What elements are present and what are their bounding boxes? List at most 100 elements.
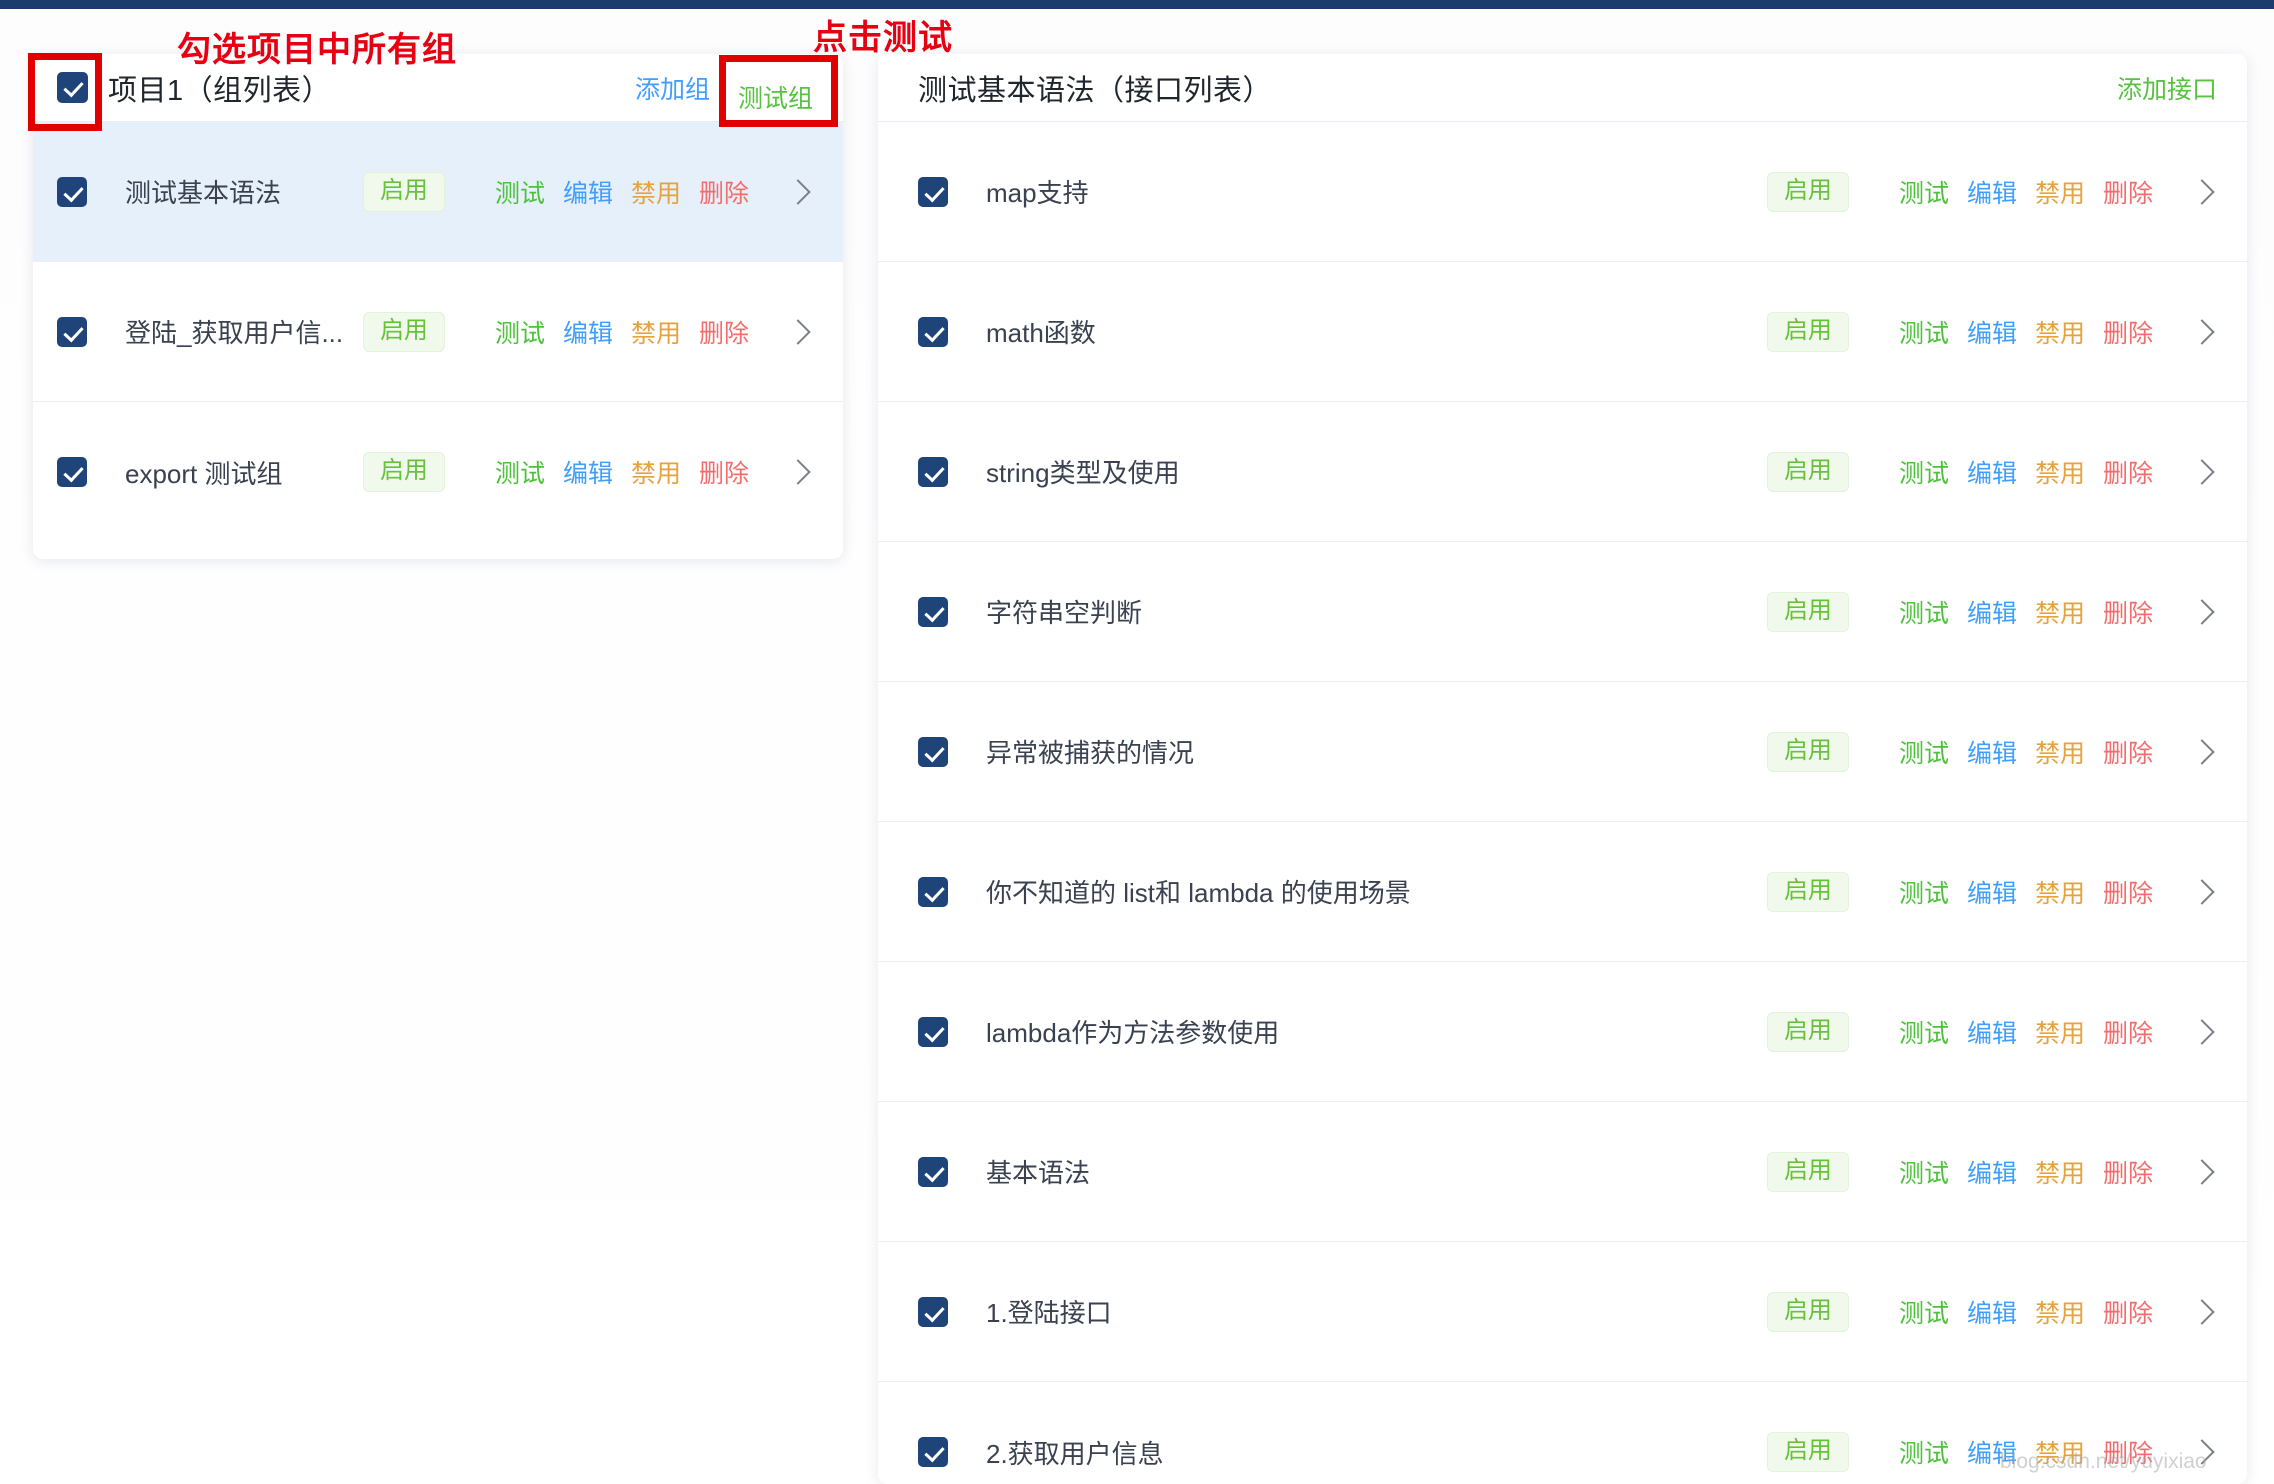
- row-checkbox[interactable]: [57, 457, 87, 487]
- status-badge: 启用: [1766, 1151, 1849, 1192]
- row-checkbox[interactable]: [918, 1437, 948, 1467]
- table-row[interactable]: 1.登陆接口 启用 测试 编辑 禁用 删除: [878, 1242, 2247, 1382]
- row-checkbox[interactable]: [918, 176, 948, 207]
- disable-action[interactable]: 禁用: [631, 314, 681, 350]
- delete-action[interactable]: 删除: [2103, 594, 2153, 630]
- disable-action[interactable]: 禁用: [2035, 454, 2085, 490]
- disable-action[interactable]: 禁用: [2035, 1294, 2085, 1330]
- row-checkbox[interactable]: [918, 736, 948, 767]
- chevron-right-icon[interactable]: [2189, 1439, 2215, 1465]
- test-action[interactable]: 测试: [1899, 314, 1949, 350]
- edit-action[interactable]: 编辑: [1967, 874, 2017, 910]
- disable-action[interactable]: 禁用: [2035, 314, 2085, 350]
- table-row[interactable]: 登陆_获取用户信... 启用 测试 编辑 禁用 删除: [33, 262, 843, 402]
- disable-action[interactable]: 禁用: [2035, 1434, 2085, 1470]
- table-row[interactable]: 异常被捕获的情况 启用 测试 编辑 禁用 删除: [878, 682, 2247, 822]
- disable-action[interactable]: 禁用: [2035, 734, 2085, 770]
- edit-action[interactable]: 编辑: [563, 314, 613, 350]
- row-checkbox[interactable]: [918, 456, 948, 487]
- edit-action[interactable]: 编辑: [1967, 1434, 2017, 1470]
- test-action[interactable]: 测试: [1899, 1294, 1949, 1330]
- row-checkbox[interactable]: [918, 316, 948, 347]
- disable-action[interactable]: 禁用: [2035, 874, 2085, 910]
- chevron-right-icon[interactable]: [785, 178, 811, 205]
- chevron-right-icon[interactable]: [785, 318, 811, 345]
- chevron-right-icon[interactable]: [2189, 178, 2215, 205]
- row-checkbox[interactable]: [918, 1016, 948, 1047]
- disable-action[interactable]: 禁用: [2035, 1154, 2085, 1190]
- test-action[interactable]: 测试: [1899, 174, 1949, 210]
- delete-action[interactable]: 删除: [2103, 454, 2153, 490]
- edit-action[interactable]: 编辑: [1967, 734, 2017, 770]
- test-action[interactable]: 测试: [1899, 734, 1949, 770]
- row-checkbox[interactable]: [918, 876, 948, 907]
- test-action[interactable]: 测试: [1899, 1154, 1949, 1190]
- disable-action[interactable]: 禁用: [631, 454, 681, 490]
- test-action[interactable]: 测试: [1899, 1434, 1949, 1470]
- test-action[interactable]: 测试: [495, 454, 545, 490]
- disable-action[interactable]: 禁用: [2035, 1014, 2085, 1050]
- delete-action[interactable]: 删除: [2103, 1294, 2153, 1330]
- test-action[interactable]: 测试: [1899, 874, 1949, 910]
- table-row[interactable]: 测试基本语法 启用 测试 编辑 禁用 删除: [33, 122, 843, 262]
- delete-action[interactable]: 删除: [2103, 314, 2153, 350]
- table-row[interactable]: 字符串空判断 启用 测试 编辑 禁用 删除: [878, 542, 2247, 682]
- delete-action[interactable]: 删除: [2103, 1434, 2153, 1470]
- table-row[interactable]: 基本语法 启用 测试 编辑 禁用 删除: [878, 1102, 2247, 1242]
- chevron-right-icon[interactable]: [2189, 598, 2215, 625]
- row-checkbox[interactable]: [918, 596, 948, 627]
- chevron-right-icon[interactable]: [2189, 1298, 2215, 1325]
- disable-action[interactable]: 禁用: [2035, 594, 2085, 630]
- row-checkbox[interactable]: [918, 1296, 948, 1327]
- add-group-link[interactable]: 添加组: [635, 70, 710, 106]
- row-checkbox[interactable]: [57, 316, 87, 347]
- table-row[interactable]: lambda作为方法参数使用 启用 测试 编辑 禁用 删除: [878, 962, 2247, 1102]
- disable-action[interactable]: 禁用: [631, 174, 681, 210]
- chevron-right-icon[interactable]: [2189, 458, 2215, 485]
- test-action[interactable]: 测试: [1899, 1014, 1949, 1050]
- delete-action[interactable]: 删除: [2103, 1014, 2153, 1050]
- row-checkbox[interactable]: [918, 1156, 948, 1187]
- chevron-right-icon[interactable]: [2189, 1158, 2215, 1185]
- edit-action[interactable]: 编辑: [1967, 1014, 2017, 1050]
- chevron-right-icon[interactable]: [2189, 878, 2215, 905]
- edit-action[interactable]: 编辑: [1967, 454, 2017, 490]
- row-checkbox[interactable]: [57, 176, 87, 207]
- delete-action[interactable]: 删除: [2103, 174, 2153, 210]
- chevron-right-icon[interactable]: [2189, 1018, 2215, 1045]
- edit-action[interactable]: 编辑: [563, 454, 613, 490]
- table-row[interactable]: map支持 启用 测试 编辑 禁用 删除: [878, 122, 2247, 262]
- add-interface-link[interactable]: 添加接口: [2117, 70, 2217, 106]
- row-actions: 测试 编辑 禁用 删除: [1899, 1434, 2215, 1470]
- table-row[interactable]: math函数 启用 测试 编辑 禁用 删除: [878, 262, 2247, 402]
- edit-action[interactable]: 编辑: [1967, 174, 2017, 210]
- edit-action[interactable]: 编辑: [563, 174, 613, 210]
- test-action[interactable]: 测试: [495, 314, 545, 350]
- group-name: 登陆_获取用户信...: [125, 318, 344, 348]
- delete-action[interactable]: 删除: [699, 454, 749, 490]
- test-action[interactable]: 测试: [1899, 454, 1949, 490]
- disable-action[interactable]: 禁用: [2035, 174, 2085, 210]
- interface-name: 1.登陆接口: [986, 1298, 1112, 1328]
- test-action[interactable]: 测试: [1899, 594, 1949, 630]
- status-badge: 启用: [1766, 1291, 1849, 1332]
- delete-action[interactable]: 删除: [2103, 734, 2153, 770]
- row-actions: 测试 编辑 禁用 删除: [1899, 1014, 2215, 1050]
- chevron-right-icon[interactable]: [2189, 738, 2215, 765]
- delete-action[interactable]: 删除: [2103, 1154, 2153, 1190]
- edit-action[interactable]: 编辑: [1967, 1294, 2017, 1330]
- chevron-right-icon[interactable]: [2189, 318, 2215, 345]
- edit-action[interactable]: 编辑: [1967, 314, 2017, 350]
- delete-action[interactable]: 删除: [699, 314, 749, 350]
- test-action[interactable]: 测试: [495, 174, 545, 210]
- delete-action[interactable]: 删除: [699, 174, 749, 210]
- row-actions: 测试 编辑 禁用 删除: [1899, 874, 2215, 910]
- table-row[interactable]: 你不知道的 list和 lambda 的使用场景 启用 测试 编辑 禁用 删除: [878, 822, 2247, 962]
- chevron-right-icon[interactable]: [785, 459, 811, 485]
- edit-action[interactable]: 编辑: [1967, 1154, 2017, 1190]
- table-row[interactable]: 2.获取用户信息 启用 测试 编辑 禁用 删除: [878, 1382, 2247, 1484]
- edit-action[interactable]: 编辑: [1967, 594, 2017, 630]
- delete-action[interactable]: 删除: [2103, 874, 2153, 910]
- table-row[interactable]: export 测试组 启用 测试 编辑 禁用 删除: [33, 402, 843, 542]
- table-row[interactable]: string类型及使用 启用 测试 编辑 禁用 删除: [878, 402, 2247, 542]
